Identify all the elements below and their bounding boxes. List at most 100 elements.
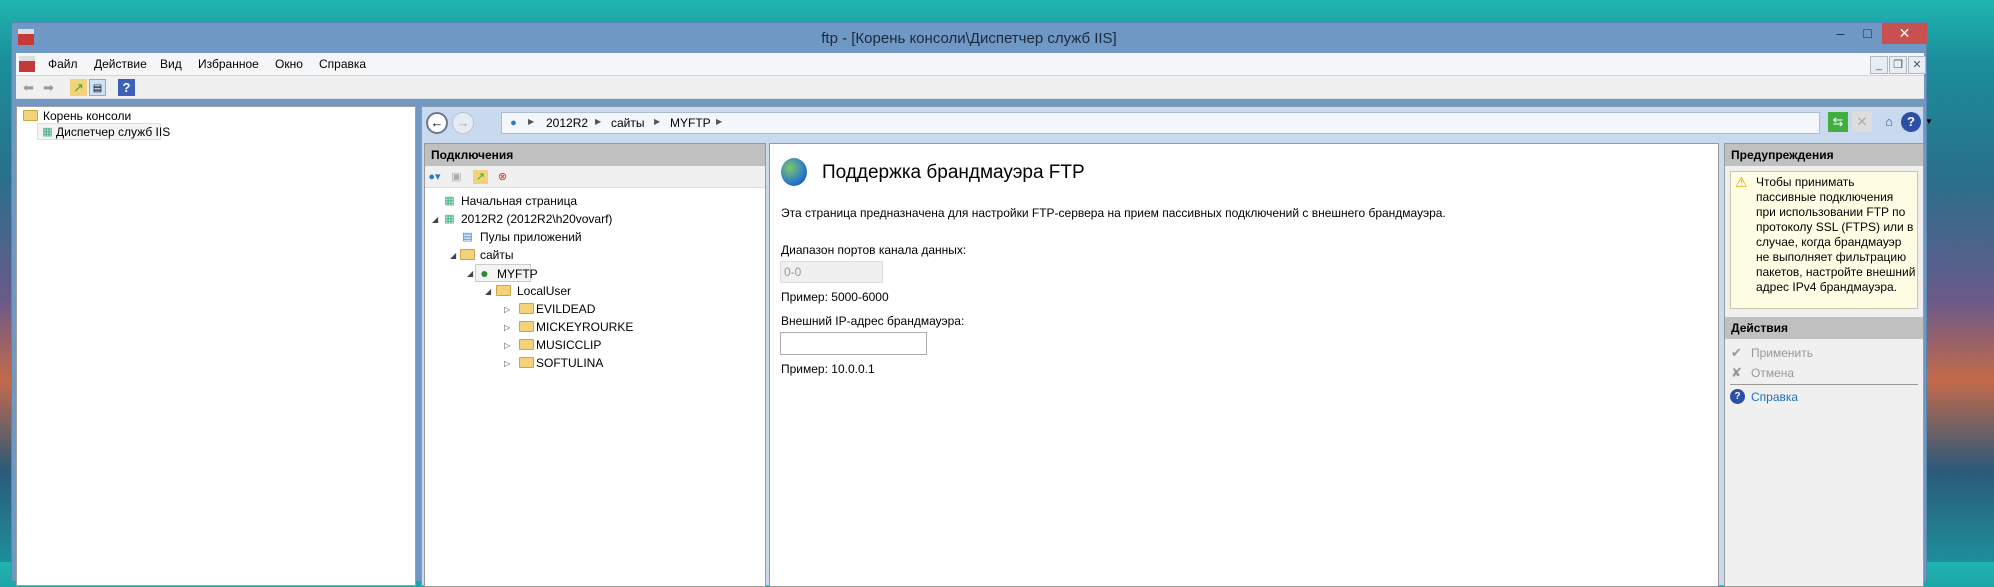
- virtual-folder-icon: [496, 285, 511, 296]
- tree-item-myftp[interactable]: ● MYFTP: [475, 264, 538, 282]
- external-ip-input[interactable]: [780, 332, 927, 355]
- folder-icon: [519, 357, 534, 368]
- tree-item-label: Диспетчер служб IIS: [56, 125, 171, 139]
- tree-item-console-root[interactable]: Корень консоли: [43, 109, 131, 123]
- collapse-arrow-icon[interactable]: ◢: [467, 269, 473, 278]
- tree-item-musicclip[interactable]: MUSICCLIP: [536, 338, 601, 352]
- apply-icon: ✔: [1731, 345, 1742, 360]
- tree-item-sites[interactable]: сайты: [480, 248, 514, 262]
- alert-box: ⚠ Чтобы принимать пассивные подключения …: [1730, 171, 1918, 309]
- page-description: Эта страница предназначена для настройки…: [781, 206, 1446, 220]
- globe-icon: ●: [510, 117, 517, 129]
- mdi-restore-button[interactable]: ❐: [1889, 56, 1907, 74]
- alert-text: Чтобы принимать пассивные подключения пр…: [1756, 175, 1916, 294]
- site-globe-icon: ●: [480, 265, 489, 281]
- cancel-action[interactable]: Отмена: [1751, 366, 1794, 380]
- feature-page: Поддержка брандмауэра FTP Эта страница п…: [769, 143, 1719, 587]
- iis-manager-pane: ← → ● ▶ 2012R2 ▶ сайты ▶ MYFTP ▶ ⇆ ✕ ⌂ ?…: [421, 106, 1933, 587]
- title-bar: ftp - [Корень консоли\Диспетчер служб II…: [12, 23, 1927, 53]
- alerts-header: Предупреждения: [1725, 144, 1923, 166]
- connections-toolbar: ●▾ ▣ ↗ ⊗: [425, 166, 765, 188]
- tree-item-softulina[interactable]: SOFTULINA: [536, 356, 603, 370]
- actions-divider: [1730, 384, 1918, 385]
- help-icon[interactable]: ?: [118, 79, 135, 96]
- folder-icon: [23, 110, 38, 121]
- collapse-arrow-icon[interactable]: ◢: [432, 215, 438, 224]
- help-icon: ?: [1730, 389, 1745, 404]
- folder-icon: [519, 321, 534, 332]
- nav-back-button[interactable]: ←: [426, 112, 448, 134]
- address-bar[interactable]: ● ▶ 2012R2 ▶ сайты ▶ MYFTP ▶: [501, 112, 1820, 134]
- cancel-icon: ✘: [1731, 365, 1742, 380]
- port-range-label: Диапазон портов канала данных:: [781, 243, 967, 257]
- expand-arrow-icon[interactable]: ▷: [504, 341, 510, 350]
- breadcrumb-2012r2[interactable]: 2012R2: [546, 116, 588, 130]
- menu-window[interactable]: Окно: [275, 57, 303, 71]
- forward-arrow-icon[interactable]: ➡: [40, 79, 57, 96]
- breadcrumb-separator: ▶: [654, 117, 661, 126]
- back-arrow-icon[interactable]: ⬅: [20, 79, 37, 96]
- mmc-window: ftp - [Корень консоли\Диспетчер служб II…: [11, 22, 1933, 587]
- mdi-minimize-button[interactable]: _: [1870, 56, 1888, 74]
- page-title: Поддержка брандмауэра FTP: [822, 162, 1085, 183]
- maximize-button[interactable]: □: [1854, 23, 1881, 44]
- save-icon[interactable]: ▣: [449, 170, 464, 184]
- tree-item-localuser[interactable]: LocalUser: [517, 284, 571, 298]
- tree-item-evildead[interactable]: EVILDEAD: [536, 302, 595, 316]
- connect-globe-icon[interactable]: ●▾: [427, 170, 442, 184]
- start-page-icon: ▦: [444, 195, 455, 207]
- globe-icon: [781, 158, 807, 186]
- breadcrumb-myftp[interactable]: MYFTP: [670, 116, 711, 130]
- connections-panel: Подключения ●▾ ▣ ↗ ⊗ ▦ Начальная страниц…: [424, 143, 766, 587]
- sites-folder-icon: [460, 249, 475, 260]
- port-range-input[interactable]: 0-0: [780, 261, 883, 283]
- minimize-button[interactable]: –: [1827, 23, 1854, 44]
- help-dropdown-icon[interactable]: ▼: [1919, 112, 1939, 132]
- menu-file[interactable]: Файл: [48, 57, 78, 71]
- close-button[interactable]: ✕: [1882, 23, 1927, 44]
- toolbar: ⬅ ➡ ↗ ▤ ?: [16, 76, 1924, 99]
- menu-bar: Файл Действие Вид Избранное Окно Справка…: [16, 53, 1926, 76]
- expand-arrow-icon[interactable]: ▷: [504, 359, 510, 368]
- home-icon[interactable]: ⌂: [1879, 112, 1899, 132]
- stop-icon[interactable]: ✕: [1852, 112, 1872, 132]
- folder-icon: [519, 303, 534, 314]
- menu-view[interactable]: Вид: [160, 57, 182, 71]
- tree-item-mickeyrourke[interactable]: MICKEYROURKE: [536, 320, 633, 334]
- actions-header: Действия: [1725, 317, 1923, 339]
- disconnect-icon[interactable]: ⊗: [495, 170, 510, 184]
- breadcrumb-separator: ▶: [716, 117, 723, 126]
- up-folder-icon[interactable]: ↗: [473, 170, 488, 184]
- menu-favorites[interactable]: Избранное: [198, 57, 259, 71]
- warning-icon: ⚠: [1735, 174, 1748, 190]
- menu-help[interactable]: Справка: [319, 57, 366, 71]
- app-pools-icon: ▤: [462, 231, 473, 243]
- breadcrumb-separator: ▶: [595, 117, 602, 126]
- tree-item-server[interactable]: 2012R2 (2012R2\h20vovarf): [461, 212, 612, 226]
- breadcrumb-sites[interactable]: сайты: [611, 116, 645, 130]
- help-icon[interactable]: ?: [1901, 112, 1921, 132]
- console-icon[interactable]: [19, 56, 35, 72]
- expand-arrow-icon[interactable]: ▷: [504, 323, 510, 332]
- show-hide-tree-icon[interactable]: ▤: [89, 79, 106, 96]
- actions-panel: Предупреждения ⚠ Чтобы принимать пассивн…: [1724, 143, 1924, 587]
- tree-item-label: MYFTP: [497, 267, 538, 281]
- tree-item-start-page[interactable]: Начальная страница: [461, 194, 577, 208]
- iis-manager-icon: ▦: [42, 126, 53, 138]
- mdi-close-button[interactable]: ✕: [1908, 56, 1926, 74]
- up-folder-icon[interactable]: ↗: [70, 79, 87, 96]
- menu-action[interactable]: Действие: [94, 57, 147, 71]
- window-title: ftp - [Корень консоли\Диспетчер служб II…: [821, 30, 1117, 47]
- tree-item-iis-manager[interactable]: ▦ Диспетчер служб IIS: [37, 123, 170, 140]
- server-icon: ▦: [444, 213, 455, 225]
- collapse-arrow-icon[interactable]: ◢: [450, 251, 456, 260]
- collapse-arrow-icon[interactable]: ◢: [485, 287, 491, 296]
- apply-action[interactable]: Применить: [1751, 346, 1813, 360]
- expand-arrow-icon[interactable]: ▷: [504, 305, 510, 314]
- help-action[interactable]: Справка: [1751, 390, 1798, 404]
- tree-item-app-pools[interactable]: Пулы приложений: [480, 230, 582, 244]
- connections-header: Подключения: [425, 144, 765, 166]
- refresh-icon[interactable]: ⇆: [1828, 112, 1848, 132]
- breadcrumb-separator: ▶: [528, 117, 535, 126]
- nav-forward-button[interactable]: →: [452, 112, 474, 134]
